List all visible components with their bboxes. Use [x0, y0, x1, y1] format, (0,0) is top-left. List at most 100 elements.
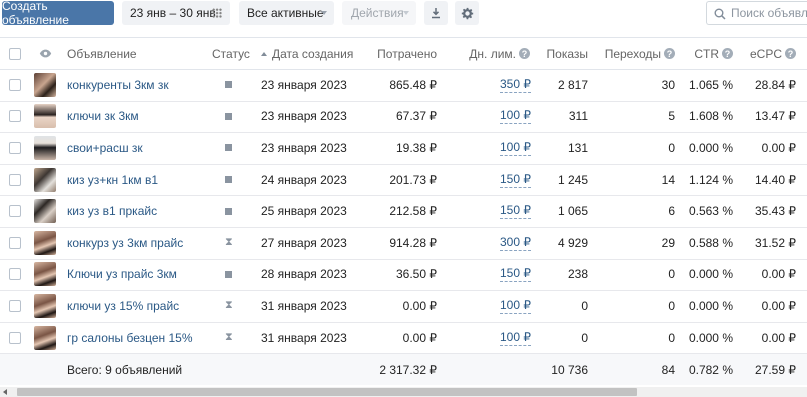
ecpc-value: 0.00 ₽ [761, 330, 796, 345]
table-row[interactable]: киз уз+кн 1км в1 24 января 2023 201.73 ₽15… [0, 164, 807, 197]
actions-label: Действия [351, 6, 404, 20]
ad-thumbnail[interactable] [34, 290, 56, 322]
ad-name-link[interactable]: ключи зк 3км [67, 101, 139, 133]
hourglass-icon: ⧗ [225, 236, 233, 249]
row-checkbox[interactable] [9, 259, 21, 291]
download-button[interactable] [424, 1, 448, 25]
status-filter-label: Все активные [247, 6, 324, 20]
impressions-value: 4 929 [557, 235, 588, 250]
horizontal-scrollbar[interactable] [0, 387, 807, 397]
row-checkbox[interactable] [9, 322, 21, 354]
table-row[interactable]: ключи зк 3км 23 января 2023 67.37 ₽100 ₽31… [0, 101, 807, 134]
actions-select[interactable]: Действия [342, 1, 416, 25]
table-row[interactable]: Ключи уз прайс 3км 28 января 2023 36.50 ₽1… [0, 259, 807, 292]
ad-thumbnail[interactable] [34, 227, 56, 259]
table-row[interactable]: свои+расш зк 23 января 2023 19.38 ₽100 ₽13… [0, 132, 807, 165]
status-filter-select[interactable]: Все активные [239, 1, 334, 25]
table-row[interactable]: конкуренты 3км зк 23 января 2023 865.48 ₽ 3… [0, 69, 807, 102]
column-clicks[interactable]: Переходы? [595, 38, 675, 69]
ecpc-value: 0.00 ₽ [761, 298, 796, 313]
row-checkbox[interactable] [9, 69, 21, 101]
question-icon[interactable]: ? [785, 48, 796, 59]
impressions-value: 311 [568, 109, 588, 124]
row-checkbox[interactable] [9, 290, 21, 322]
impressions-value: 0 [581, 298, 588, 313]
square-icon [225, 112, 232, 120]
spent-value: 67.37 ₽ [396, 109, 437, 124]
ecpc-value: 0.00 ₽ [761, 267, 796, 282]
totals-clicks: 84 [661, 362, 675, 377]
ad-thumbnail[interactable] [34, 132, 56, 164]
table-row[interactable]: конкурз уз 3км прайс ⧗ 27 января 2023 914.2… [0, 227, 807, 260]
totals-spent: 2 317.32 ₽ [379, 362, 437, 377]
ad-name-link[interactable]: Ключи уз прайс 3км [67, 259, 177, 291]
row-checkbox[interactable] [9, 164, 21, 196]
date-range-picker[interactable]: 23 янв – 30 янв [122, 1, 230, 25]
ecpc-value: 31.52 ₽ [755, 235, 796, 250]
download-icon [432, 8, 440, 19]
impressions-value: 1 245 [557, 172, 588, 187]
impressions-value: 131 [567, 140, 588, 155]
ad-name-link[interactable]: конкурз уз 3км прайс [67, 227, 183, 259]
eye-icon[interactable] [39, 38, 52, 69]
ad-thumbnail[interactable] [34, 164, 56, 196]
ad-thumbnail[interactable] [34, 259, 56, 291]
column-spent[interactable]: Потрачено [350, 38, 437, 69]
row-checkbox[interactable] [9, 101, 21, 133]
square-icon [225, 207, 232, 215]
select-all-checkbox[interactable] [9, 38, 21, 69]
column-impressions[interactable]: Показы [520, 38, 588, 69]
created-date: 31 января 2023 [261, 330, 347, 345]
calendar-icon [212, 8, 222, 18]
column-created[interactable]: Дата создания [261, 38, 353, 69]
column-ctr[interactable]: CTR? [680, 38, 733, 69]
question-icon[interactable]: ? [722, 48, 733, 59]
status-indicator: ⧗ [225, 290, 233, 322]
toolbar: Создать объявление 23 янв – 30 янв Все а… [0, 0, 807, 36]
table-row[interactable]: ключи уз 15% прайс ⧗ 31 января 2023 0.00 ₽1… [0, 290, 807, 323]
spent-value: 0.00 ₽ [402, 330, 437, 345]
scroll-thumb[interactable] [17, 388, 637, 396]
sort-asc-icon [261, 51, 267, 56]
column-ad[interactable]: Объявление [67, 38, 137, 69]
status-indicator [225, 259, 232, 291]
ad-thumbnail[interactable] [34, 195, 56, 227]
square-icon [225, 144, 232, 152]
status-indicator: ⧗ [225, 227, 233, 259]
table-row[interactable]: гр салоны безцен 15% ⧗ 31 января 2023 0.00 … [0, 322, 807, 355]
ad-name-link[interactable]: ключи уз 15% прайс [67, 290, 179, 322]
column-ecpc[interactable]: eCPC? [740, 38, 796, 69]
scroll-left-icon[interactable] [3, 389, 7, 395]
status-indicator [225, 101, 232, 133]
created-date: 24 января 2023 [261, 172, 347, 187]
row-checkbox[interactable] [9, 195, 21, 227]
ad-thumbnail[interactable] [34, 101, 56, 133]
square-icon [225, 81, 232, 89]
table-row[interactable]: киз уз в1 пркайс 25 января 2023 212.58 ₽15… [0, 195, 807, 228]
ctr-value: 0.000 % [688, 267, 733, 282]
spent-value: 212.58 ₽ [389, 204, 437, 219]
ad-thumbnail[interactable] [34, 322, 56, 354]
column-daily-limit[interactable]: Дн. лим.? [450, 38, 530, 69]
ad-name-link[interactable]: гр салоны безцен 15% [67, 322, 193, 354]
totals-impressions: 10 736 [551, 362, 588, 377]
column-status[interactable]: Статус [212, 38, 250, 69]
row-checkbox[interactable] [9, 132, 21, 164]
date-range-label: 23 янв – 30 янв [130, 6, 216, 20]
search-icon [714, 8, 726, 20]
ad-name-link[interactable]: конкуренты 3км зк [67, 69, 169, 101]
impressions-value: 1 065 [557, 204, 588, 219]
row-checkbox[interactable] [9, 227, 21, 259]
ctr-value: 1.065 % [688, 77, 733, 92]
ad-thumbnail[interactable] [34, 69, 56, 101]
settings-button[interactable] [455, 1, 479, 25]
question-icon[interactable]: ? [664, 48, 675, 59]
ad-name-link[interactable]: свои+расш зк [67, 132, 143, 164]
column-clicks-label: Переходы [604, 46, 661, 61]
hourglass-icon: ⧗ [225, 299, 233, 312]
ad-name-link[interactable]: киз уз+кн 1км в1 [67, 164, 158, 196]
ad-name-link[interactable]: киз уз в1 пркайс [67, 195, 157, 227]
create-ad-button[interactable]: Создать объявление [2, 0, 114, 27]
status-indicator [225, 164, 232, 196]
search-input[interactable]: Поиск объявлен [706, 1, 807, 25]
